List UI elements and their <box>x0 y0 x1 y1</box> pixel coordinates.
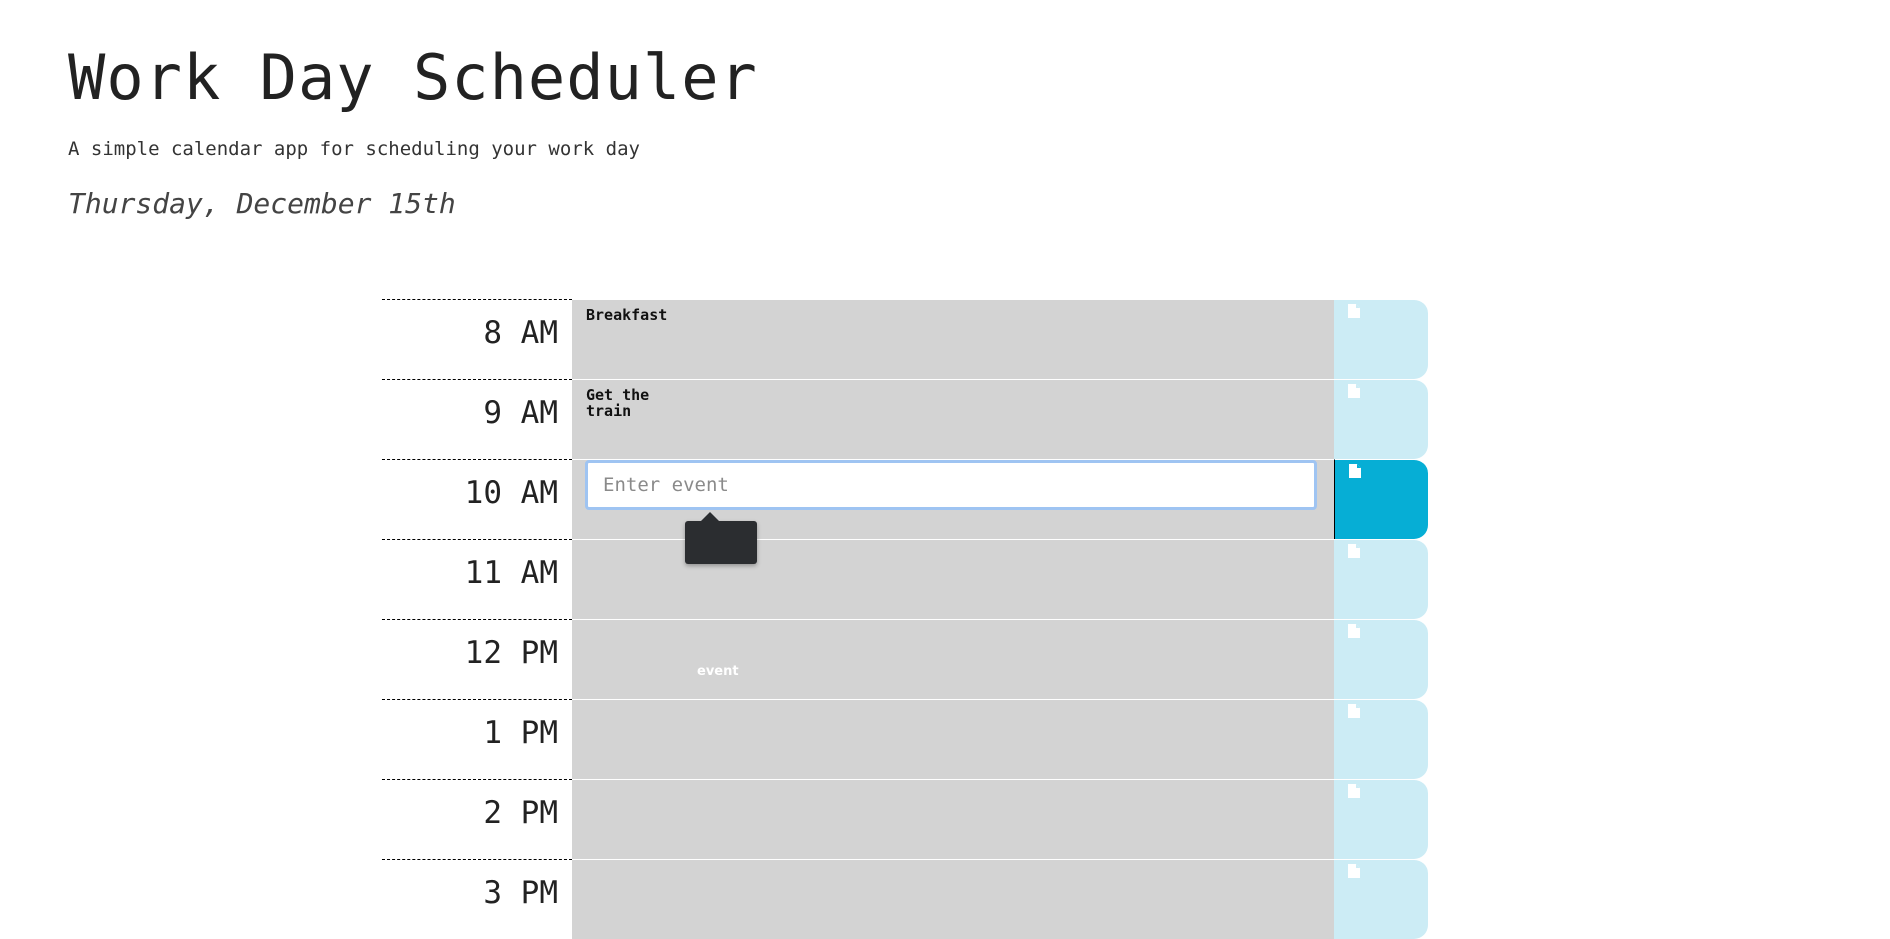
file-icon <box>1348 544 1360 558</box>
file-icon <box>1349 464 1361 478</box>
page-title: Work Day Scheduler <box>68 41 758 114</box>
file-icon <box>1348 864 1360 878</box>
time-block-8am: 8 AM Breakfast <box>382 299 1428 379</box>
save-button[interactable] <box>1334 699 1428 779</box>
file-icon <box>1348 624 1360 638</box>
event-description[interactable] <box>572 779 1334 859</box>
event-description[interactable]: Get the train <box>572 379 1334 459</box>
file-icon <box>1348 304 1360 318</box>
hour-label: 9 AM <box>382 379 572 459</box>
file-icon <box>1348 384 1360 398</box>
hour-label: 2 PM <box>382 779 572 859</box>
time-block-9am: 9 AM Get the train <box>382 379 1428 459</box>
hour-label: 11 AM <box>382 539 572 619</box>
time-block-11am: 11 AM <box>382 539 1428 619</box>
save-button[interactable] <box>1334 859 1428 939</box>
event-input[interactable] <box>585 460 1317 510</box>
time-block-12pm: 12 PM <box>382 619 1428 699</box>
save-button[interactable] <box>1334 299 1428 379</box>
current-day: Thursday, December 15th <box>68 187 456 220</box>
header: Work Day Scheduler A simple calendar app… <box>0 0 1890 260</box>
event-description[interactable] <box>572 699 1334 779</box>
event-description: event <box>572 459 1334 679</box>
save-button[interactable] <box>1334 379 1428 459</box>
schedule-container: 8 AM Breakfast 9 AM Get the train 10 AM … <box>382 299 1428 939</box>
time-block-3pm: 3 PM <box>382 859 1428 939</box>
tooltip-arrow <box>701 512 719 521</box>
validation-tooltip: event <box>685 512 757 679</box>
time-block-10am: 10 AM event <box>382 459 1428 679</box>
hour-label: 3 PM <box>382 859 572 939</box>
hour-label: 8 AM <box>382 299 572 379</box>
event-description[interactable] <box>572 619 1334 699</box>
save-button[interactable] <box>1334 459 1428 539</box>
hour-label: 1 PM <box>382 699 572 779</box>
event-description[interactable] <box>572 859 1334 939</box>
save-button[interactable] <box>1334 619 1428 699</box>
save-button[interactable] <box>1334 539 1428 619</box>
file-icon <box>1348 784 1360 798</box>
page-subtitle: A simple calendar app for scheduling you… <box>68 138 640 160</box>
hour-label: 12 PM <box>382 619 572 699</box>
save-button[interactable] <box>1334 779 1428 859</box>
event-description[interactable]: Breakfast <box>572 299 1334 379</box>
time-block-1pm: 1 PM <box>382 699 1428 779</box>
hour-label: 10 AM <box>382 459 572 539</box>
file-icon <box>1348 704 1360 718</box>
tooltip-text: event <box>697 664 739 679</box>
time-block-2pm: 2 PM <box>382 779 1428 859</box>
